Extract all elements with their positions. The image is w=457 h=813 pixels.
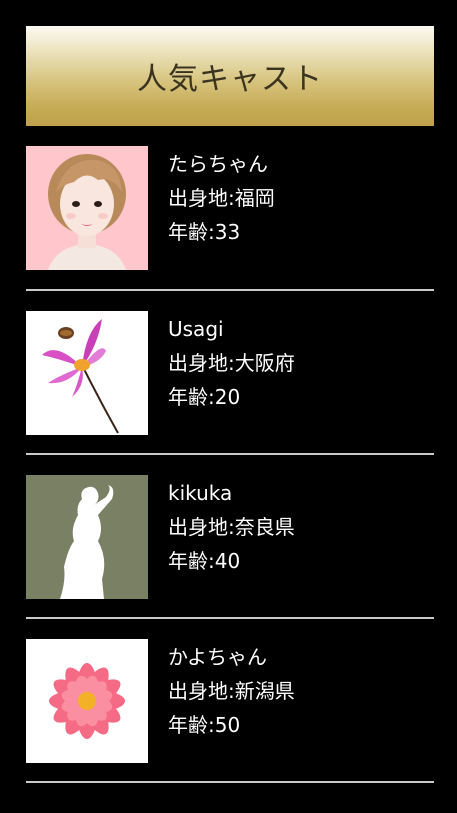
page-header: 人気キャスト [26, 26, 434, 126]
cast-hometown: 出身地:福岡 [168, 186, 275, 210]
cast-card[interactable]: たらちゃん 出身地:福岡 年齢:33 [26, 126, 434, 291]
cast-hometown: 出身地:奈良県 [168, 515, 295, 539]
cast-hometown: 出身地:大阪府 [168, 351, 295, 375]
cast-list: たらちゃん 出身地:福岡 年齢:33 Usagi 出身地:大阪府 年齢:20 k… [26, 126, 434, 783]
cast-name[interactable]: かよちゃん [168, 640, 295, 674]
cast-photo[interactable] [26, 475, 148, 599]
cast-name[interactable]: Usagi [168, 312, 295, 346]
cast-info: Usagi 出身地:大阪府 年齢:20 [168, 312, 295, 414]
cast-age: 年齢:20 [168, 385, 241, 409]
cast-card[interactable]: kikuka 出身地:奈良県 年齢:40 [26, 455, 434, 619]
cast-hometown: 出身地:新潟県 [168, 679, 295, 703]
cast-card[interactable]: かよちゃん 出身地:新潟県 年齢:50 [26, 619, 434, 783]
pink-dahlia-icon [26, 639, 148, 763]
cast-photo[interactable] [26, 639, 148, 763]
woman-silhouette-icon [26, 475, 148, 599]
cast-photo[interactable] [26, 146, 148, 270]
page-title: 人気キャスト [137, 62, 323, 97]
pink-flower-with-bee-icon [26, 311, 148, 435]
cast-name[interactable]: たらちゃん [168, 147, 275, 181]
cast-age: 年齢:33 [168, 220, 241, 244]
cast-info: たらちゃん 出身地:福岡 年齢:33 [168, 147, 275, 249]
cast-name[interactable]: kikuka [168, 476, 295, 510]
cast-info: kikuka 出身地:奈良県 年齢:40 [168, 476, 295, 578]
cast-age: 年齢:50 [168, 713, 241, 737]
cast-info: かよちゃん 出身地:新潟県 年齢:50 [168, 640, 295, 742]
cast-card[interactable]: Usagi 出身地:大阪府 年齢:20 [26, 291, 434, 455]
cast-age: 年齢:40 [168, 549, 241, 573]
cast-photo[interactable] [26, 311, 148, 435]
woman-portrait-icon [26, 146, 148, 270]
